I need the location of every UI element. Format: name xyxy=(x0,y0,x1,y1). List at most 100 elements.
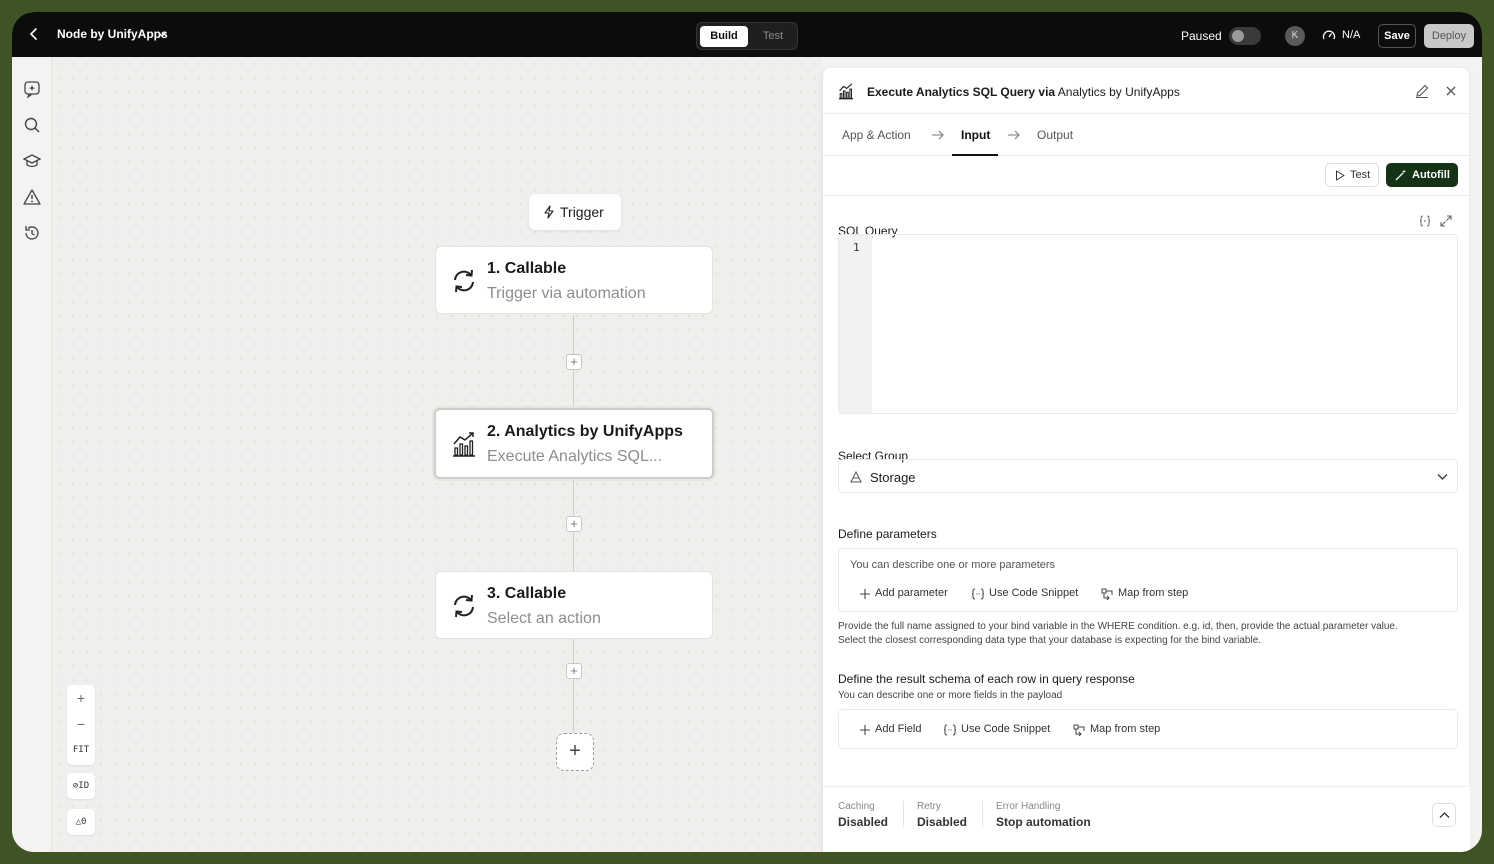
play-icon xyxy=(1336,170,1345,181)
add-node-button[interactable]: + xyxy=(556,733,594,771)
map-from-step-button[interactable]: Map from step xyxy=(1118,587,1188,599)
refresh-icon xyxy=(454,594,474,618)
graduation-cap-icon[interactable] xyxy=(23,152,41,170)
map-step-icon xyxy=(1101,588,1113,600)
code-snippet-icon xyxy=(972,588,984,600)
speed-value: N/A xyxy=(1342,29,1361,41)
node-title: 1. Callable xyxy=(487,260,567,277)
search-icon[interactable] xyxy=(23,116,41,134)
save-button[interactable]: Save xyxy=(1378,24,1416,48)
parameters-hint: You can describe one or more parameters xyxy=(850,559,1056,571)
history-icon[interactable] xyxy=(23,224,41,242)
panel-tabs: App & Action Input Output xyxy=(823,114,1470,156)
add-step-button[interactable]: + xyxy=(566,354,582,370)
footer-label: Error Handling xyxy=(996,801,1061,812)
lightning-icon xyxy=(544,205,554,219)
define-parameters-label: Define parameters xyxy=(838,527,937,541)
footer-label: Retry xyxy=(917,801,941,812)
warning-count: 0 xyxy=(81,817,87,827)
panel-header: Execute Analytics SQL Query via Analytic… xyxy=(823,68,1470,114)
id-toggle-button[interactable]: ⊘ID xyxy=(67,773,95,799)
warning-icon[interactable] xyxy=(23,188,41,206)
storage-icon xyxy=(850,471,862,483)
divider xyxy=(903,801,904,827)
divider xyxy=(982,801,983,827)
result-schema-label: Define the result schema of each row in … xyxy=(838,672,1135,686)
node-title: 2. Analytics by UnifyApps xyxy=(487,423,683,440)
result-schema-box: Add Field Use Code Snippet Map from step xyxy=(838,709,1458,749)
workflow-node-3[interactable]: 3. Callable Select an action xyxy=(435,571,713,639)
analytics-chart-icon xyxy=(838,83,854,100)
parameters-help-line: Select the closest corresponding data ty… xyxy=(838,635,1262,646)
panel-footer: Caching Disabled Retry Disabled Error Ha… xyxy=(823,786,1470,852)
zoom-in-button[interactable]: + xyxy=(67,685,95,711)
select-group-dropdown[interactable]: Storage xyxy=(838,459,1458,493)
footer-value: Disabled xyxy=(917,815,968,829)
top-bar: Node by UnifyApps Build Test Paused K N/… xyxy=(12,12,1482,57)
footer-value: Stop automation xyxy=(996,815,1091,829)
app-window: Node by UnifyApps Build Test Paused K N/… xyxy=(12,12,1482,852)
add-parameter-button[interactable]: Add parameter xyxy=(875,587,948,599)
id-toggle-label: ID xyxy=(78,781,90,791)
zoom-fit-button[interactable]: FIT xyxy=(67,737,95,763)
warnings-button[interactable]: △0 xyxy=(67,809,95,835)
autofill-button[interactable]: Autofill xyxy=(1386,163,1458,187)
parameters-box: You can describe one or more parameters … xyxy=(838,548,1458,612)
zoom-out-button[interactable]: − xyxy=(67,711,95,737)
test-button[interactable]: Test xyxy=(1325,163,1379,187)
avatar[interactable]: K xyxy=(1285,26,1305,46)
step-config-panel: Execute Analytics SQL Query via Analytic… xyxy=(822,68,1470,852)
use-code-snippet-button[interactable]: Use Code Snippet xyxy=(989,587,1078,599)
sparkle-chat-icon[interactable] xyxy=(23,80,41,98)
arrow-right-icon xyxy=(932,130,944,140)
tab-build[interactable]: Build xyxy=(700,26,748,47)
caching-setting[interactable]: Caching Disabled xyxy=(838,801,888,829)
paused-label: Paused xyxy=(1181,29,1222,43)
result-schema-hint: You can describe one or more fields in t… xyxy=(838,690,1063,701)
chevron-down-icon[interactable] xyxy=(157,30,167,38)
workflow-title[interactable]: Node by UnifyApps xyxy=(57,27,168,41)
analytics-chart-icon xyxy=(453,432,475,457)
workflow-canvas[interactable]: Trigger 1. Callable Trigger via automati… xyxy=(52,57,822,852)
trigger-button[interactable]: Trigger xyxy=(529,194,621,230)
plus-icon xyxy=(860,589,870,599)
tab-input[interactable]: Input xyxy=(961,128,990,142)
magic-wand-icon xyxy=(1395,169,1406,181)
workflow-node-1[interactable]: 1. Callable Trigger via automation xyxy=(435,246,713,314)
error-handling-setting[interactable]: Error Handling Stop automation xyxy=(996,801,1091,829)
mode-switch: Build Test xyxy=(696,22,798,50)
use-code-snippet-button[interactable]: Use Code Snippet xyxy=(961,723,1050,735)
pencil-icon[interactable] xyxy=(1415,84,1429,98)
node-subtitle: Execute Analytics SQL... xyxy=(487,448,663,465)
tab-output[interactable]: Output xyxy=(1037,128,1073,142)
panel-title-action: Execute Analytics SQL Query via xyxy=(867,85,1056,99)
editor-gutter: 1 xyxy=(839,235,872,413)
close-icon[interactable] xyxy=(1445,85,1457,97)
line-number: 1 xyxy=(853,241,860,254)
variable-icon[interactable] xyxy=(1419,215,1431,227)
code-snippet-icon xyxy=(944,724,956,736)
expand-icon[interactable] xyxy=(1440,215,1452,227)
refresh-icon xyxy=(454,269,474,293)
paused-toggle[interactable] xyxy=(1229,27,1261,45)
panel-title-app: Analytics by UnifyApps xyxy=(1057,85,1180,99)
add-field-button[interactable]: Add Field xyxy=(875,723,921,735)
node-subtitle: Trigger via automation xyxy=(487,285,646,302)
plus-icon xyxy=(860,725,870,735)
test-label: Test xyxy=(1350,169,1371,181)
sql-editor[interactable]: 1 xyxy=(838,234,1458,414)
select-group-value: Storage xyxy=(870,470,916,485)
add-step-button[interactable]: + xyxy=(566,516,582,532)
expand-footer-button[interactable] xyxy=(1432,803,1456,827)
map-from-step-button[interactable]: Map from step xyxy=(1090,723,1160,735)
tab-app-action[interactable]: App & Action xyxy=(842,128,911,142)
panel-toolbar: Test Autofill xyxy=(823,156,1470,196)
panel-title: Execute Analytics SQL Query via Analytic… xyxy=(867,85,1180,99)
workflow-node-2[interactable]: 2. Analytics by UnifyApps Execute Analyt… xyxy=(434,408,714,479)
add-step-button[interactable]: + xyxy=(566,663,582,679)
tab-test[interactable]: Test xyxy=(751,26,795,47)
deploy-button[interactable]: Deploy xyxy=(1424,24,1474,48)
arrow-right-icon xyxy=(1008,130,1020,140)
retry-setting[interactable]: Retry Disabled xyxy=(917,801,967,829)
back-arrow-icon[interactable] xyxy=(26,26,42,42)
